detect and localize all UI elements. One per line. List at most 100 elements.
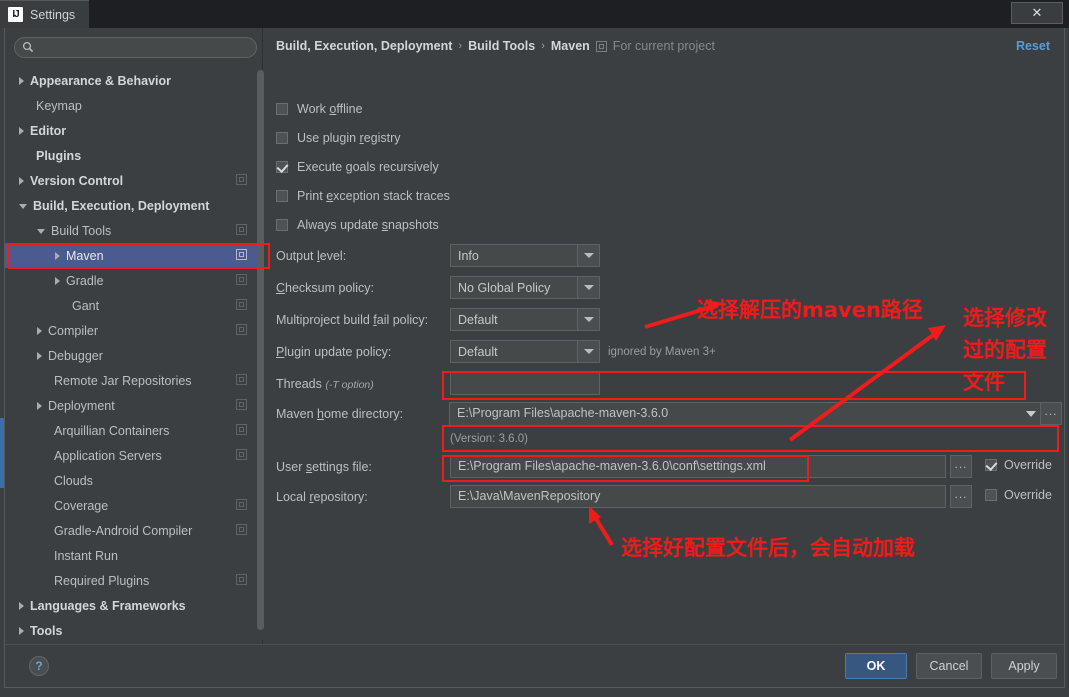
modified-settings-icon <box>236 224 247 235</box>
sidebar-item-label: Remote Jar Repositories <box>54 373 192 388</box>
title-bar: IJ Settings ✕ <box>0 0 1069 28</box>
user-settings-override-row[interactable]: Override <box>985 458 1052 472</box>
reset-link[interactable]: Reset <box>1016 39 1050 53</box>
checkbox-row-always-update-snapshots[interactable]: Always update snapshots <box>276 218 439 232</box>
sidebar-item-tools[interactable]: Tools <box>5 618 261 643</box>
sidebar-item-label: Gradle-Android Compiler <box>54 523 193 538</box>
sidebar-item-editor[interactable]: Editor <box>5 118 261 143</box>
chevron-right-icon[interactable] <box>37 401 42 410</box>
sidebar-item-arquillian-containers[interactable]: Arquillian Containers <box>5 418 261 443</box>
dialog-footer: ? OK Cancel Apply <box>5 644 1064 686</box>
checkbox-label: Execute goals recursively <box>297 160 439 174</box>
modified-settings-icon <box>236 499 247 510</box>
cancel-button[interactable]: Cancel <box>916 653 982 679</box>
multiproject-fail-policy-value: Default <box>458 312 498 327</box>
search-icon <box>22 41 34 53</box>
checkbox-work-offline[interactable] <box>276 103 288 115</box>
chevron-right-icon[interactable] <box>19 626 24 635</box>
output-level-label: Output level: <box>276 249 347 263</box>
chevron-down-icon[interactable] <box>37 229 45 234</box>
window-edge-accent <box>0 418 4 488</box>
sidebar-item-build-tools[interactable]: Build Tools <box>5 218 261 243</box>
sidebar-scrollbar-thumb[interactable] <box>257 70 264 630</box>
sidebar-item-label: Coverage <box>54 498 109 513</box>
multiproject-fail-policy-combobox[interactable]: Default <box>450 308 600 331</box>
apply-button[interactable]: Apply <box>991 653 1057 679</box>
sidebar-item-required-plugins[interactable]: Required Plugins <box>5 568 261 593</box>
sidebar-item-label: Version Control <box>30 173 124 188</box>
sidebar-item-gradle[interactable]: Gradle <box>5 268 261 293</box>
breadcrumb-item-2[interactable]: Build Tools <box>468 39 535 53</box>
output-level-combobox[interactable]: Info <box>450 244 600 267</box>
sidebar-item-compiler[interactable]: Compiler <box>5 318 261 343</box>
search-field-wrapper[interactable] <box>14 37 257 58</box>
chevron-down-icon[interactable] <box>577 245 599 266</box>
maven-home-browse-button[interactable]: ... <box>1040 402 1062 425</box>
chevron-right-icon[interactable] <box>37 326 42 335</box>
help-icon[interactable]: ? <box>29 656 49 676</box>
chevron-down-icon[interactable] <box>1021 403 1040 425</box>
local-repository-browse-button[interactable]: ... <box>950 485 972 508</box>
chevron-down-icon[interactable] <box>577 309 599 330</box>
sidebar-item-instant-run[interactable]: Instant Run <box>5 543 261 568</box>
chevron-down-icon[interactable] <box>577 341 599 362</box>
sidebar-item-deployment[interactable]: Deployment <box>5 393 261 418</box>
checkbox-row-work-offline[interactable]: Work offline <box>276 102 363 116</box>
sidebar-item-gant[interactable]: Gant <box>5 293 261 318</box>
chevron-right-icon[interactable] <box>19 176 24 185</box>
settings-dialog: Appearance & Behavior Keymap Editor Plugins… <box>4 28 1065 688</box>
local-repository-override-row[interactable]: Override <box>985 488 1052 502</box>
chevron-down-icon[interactable] <box>19 204 27 209</box>
window-title: Settings <box>30 7 76 22</box>
checkbox-row-execute-goals-recursively[interactable]: Execute goals recursively <box>276 160 439 174</box>
chevron-down-icon[interactable] <box>577 277 599 298</box>
ok-button[interactable]: OK <box>845 653 907 679</box>
maven-home-directory-combobox[interactable]: E:\Program Files\apache-maven-3.6.0 <box>449 402 1041 426</box>
chevron-right-icon[interactable] <box>55 251 60 260</box>
breadcrumb-item-3[interactable]: Maven <box>551 39 590 53</box>
checkbox-label: Use plugin registry <box>297 131 401 145</box>
checkbox-row-use-plugin-registry[interactable]: Use plugin registry <box>276 131 401 145</box>
chevron-right-icon[interactable] <box>19 601 24 610</box>
sidebar-item-label: Arquillian Containers <box>54 423 170 438</box>
chevron-right-icon[interactable] <box>55 276 60 285</box>
checkbox-use-plugin-registry[interactable] <box>276 132 288 144</box>
modified-settings-icon <box>236 449 247 460</box>
sidebar-item-gradle-android-compiler[interactable]: Gradle-Android Compiler <box>5 518 261 543</box>
breadcrumb-sep-2: › <box>541 40 545 52</box>
chevron-right-icon[interactable] <box>19 76 24 85</box>
local-repository-input[interactable]: E:\Java\MavenRepository <box>450 485 946 508</box>
sidebar-item-remote-jar-repositories[interactable]: Remote Jar Repositories <box>5 368 261 393</box>
user-settings-file-input[interactable]: E:\Program Files\apache-maven-3.6.0\conf… <box>450 455 946 478</box>
chevron-right-icon[interactable] <box>37 351 42 360</box>
sidebar-item-application-servers[interactable]: Application Servers <box>5 443 261 468</box>
chevron-right-icon[interactable] <box>19 126 24 135</box>
sidebar-item-keymap[interactable]: Keymap <box>5 93 261 118</box>
plugin-update-policy-combobox[interactable]: Default <box>450 340 600 363</box>
checkbox-label: Print exception stack traces <box>297 189 450 203</box>
search-input[interactable] <box>14 37 257 58</box>
sidebar-item-version-control[interactable]: Version Control <box>5 168 261 193</box>
sidebar-item-plugins[interactable]: Plugins <box>5 143 261 168</box>
close-icon[interactable]: ✕ <box>1011 2 1063 24</box>
threads-input[interactable] <box>450 372 600 395</box>
local-repository-override-checkbox[interactable] <box>985 489 997 501</box>
checkbox-print-exception-stack-traces[interactable] <box>276 190 288 202</box>
checkbox-row-print-exception-stack-traces[interactable]: Print exception stack traces <box>276 189 450 203</box>
checkbox-always-update-snapshots[interactable] <box>276 219 288 231</box>
sidebar-item-debugger[interactable]: Debugger <box>5 343 261 368</box>
sidebar-item-coverage[interactable]: Coverage <box>5 493 261 518</box>
checksum-policy-combobox[interactable]: No Global Policy <box>450 276 600 299</box>
checksum-policy-label: Checksum policy: <box>276 281 374 295</box>
user-settings-override-checkbox[interactable] <box>985 459 997 471</box>
settings-tree[interactable]: Appearance & Behavior Keymap Editor Plugins… <box>5 68 261 644</box>
sidebar-item-languages-frameworks[interactable]: Languages & Frameworks <box>5 593 261 618</box>
sidebar-item-clouds[interactable]: Clouds <box>5 468 261 493</box>
sidebar-item-maven[interactable]: Maven <box>5 243 261 268</box>
sidebar-item-build-execution-deployment[interactable]: Build, Execution, Deployment <box>5 193 261 218</box>
breadcrumb-item-1[interactable]: Build, Execution, Deployment <box>276 39 452 53</box>
user-settings-browse-button[interactable]: ... <box>950 455 972 478</box>
checkbox-execute-goals-recursively[interactable] <box>276 161 288 173</box>
sidebar-item-appearance-behavior[interactable]: Appearance & Behavior <box>5 68 261 93</box>
window-tab: IJ Settings <box>0 0 90 28</box>
